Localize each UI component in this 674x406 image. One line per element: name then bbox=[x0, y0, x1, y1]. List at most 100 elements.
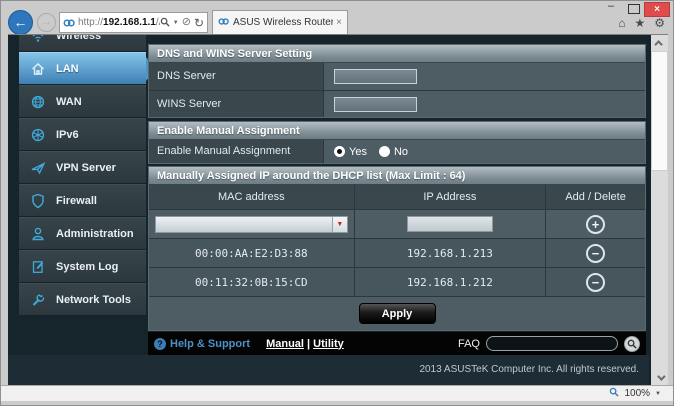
add-button[interactable]: + bbox=[586, 214, 606, 234]
scroll-up-icon[interactable] bbox=[651, 35, 668, 51]
ipv6-globe-icon bbox=[19, 127, 56, 143]
sidebar-label: IPv6 bbox=[56, 128, 79, 141]
select-arrow-icon[interactable]: ▼ bbox=[331, 216, 347, 232]
table-input-row: ▼ + bbox=[149, 210, 645, 239]
search-icon[interactable] bbox=[160, 14, 170, 32]
radio-yes-label: Yes bbox=[349, 145, 367, 158]
ip-value: 192.168.1.212 bbox=[353, 268, 546, 296]
forward-button[interactable]: → bbox=[37, 13, 56, 32]
apply-button[interactable]: Apply bbox=[358, 303, 436, 324]
sidebar-label: VPN Server bbox=[56, 161, 116, 174]
browser-window: – × ← → http://192.168.1.1/Advanced_I ▼ … bbox=[0, 0, 674, 406]
sidebar-nav: Wireless LAN WAN IPv6 VPN Server Firewal… bbox=[19, 34, 156, 316]
scroll-down-icon[interactable] bbox=[651, 370, 668, 385]
table-row: 00:11:32:0B:15:CD 192.168.1.212 − bbox=[149, 268, 645, 297]
wins-server-input[interactable] bbox=[334, 96, 417, 112]
faq-search-button[interactable] bbox=[624, 335, 640, 352]
log-document-icon bbox=[19, 259, 56, 275]
manual-link[interactable]: Manual bbox=[266, 338, 304, 350]
sidebar-label: Wireless bbox=[56, 34, 102, 42]
radio-no[interactable] bbox=[378, 146, 390, 157]
home-icon[interactable]: ⌂ bbox=[618, 16, 625, 30]
browser-tab[interactable]: ASUS Wireless Router RT-N... × bbox=[212, 10, 348, 34]
copyright-text: 2013 ASUSTeK Computer Inc. All rights re… bbox=[419, 364, 639, 375]
page-viewport: Wireless LAN WAN IPv6 VPN Server Firewal… bbox=[8, 34, 668, 385]
zoom-level: 100% bbox=[624, 388, 651, 399]
address-bar[interactable]: http://192.168.1.1/Advanced_I ▼ ⊘ ↻ bbox=[59, 12, 208, 33]
sidebar-item-wireless[interactable]: Wireless bbox=[19, 34, 146, 52]
ip-value: 192.168.1.213 bbox=[353, 239, 546, 267]
ip-address-input[interactable] bbox=[406, 216, 493, 232]
vpn-icon bbox=[19, 160, 56, 176]
radio-no-label: No bbox=[393, 145, 409, 158]
zoom-dropdown-icon[interactable]: ▼ bbox=[655, 391, 661, 397]
sidebar-label: System Log bbox=[56, 260, 119, 273]
asus-favicon-icon bbox=[63, 17, 75, 29]
faq-label: FAQ bbox=[457, 337, 480, 350]
col-add-delete: Add / Delete bbox=[545, 185, 645, 209]
person-icon bbox=[19, 226, 56, 242]
sidebar-item-system-log[interactable]: System Log bbox=[19, 250, 146, 283]
copyright-bar: 2013 ASUSTeK Computer Inc. All rights re… bbox=[8, 355, 649, 385]
dns-server-input[interactable] bbox=[334, 69, 417, 84]
help-question-icon: ? bbox=[154, 337, 166, 350]
sidebar-item-lan[interactable]: LAN bbox=[19, 52, 156, 85]
mac-address-select[interactable]: ▼ bbox=[154, 215, 348, 233]
zoom-magnifier-icon bbox=[609, 387, 620, 400]
sidebar-item-administration[interactable]: Administration bbox=[19, 217, 146, 250]
close-window-button[interactable]: × bbox=[644, 2, 670, 17]
main-content: DNS and WINS Server Setting DNS Server W… bbox=[148, 35, 646, 385]
dns-server-label: DNS Server bbox=[149, 63, 324, 90]
settings-gear-icon[interactable]: ⚙ bbox=[654, 16, 665, 30]
col-mac-address: MAC address bbox=[217, 191, 285, 203]
manual-assignment-label: Enable Manual Assignment bbox=[149, 140, 324, 163]
radio-yes[interactable] bbox=[334, 146, 345, 157]
sidebar-item-ipv6[interactable]: IPv6 bbox=[19, 118, 146, 151]
sidebar-label: Administration bbox=[56, 227, 134, 240]
section-title: DNS and WINS Server Setting bbox=[149, 45, 645, 63]
browser-navbar: ← → http://192.168.1.1/Advanced_I ▼ ⊘ ↻ … bbox=[1, 1, 673, 35]
wins-server-label: WINS Server bbox=[149, 91, 324, 117]
mac-value: 00:11:32:0B:15:CD bbox=[194, 275, 308, 289]
minimize-button[interactable]: – bbox=[600, 1, 622, 15]
sidebar-item-firewall[interactable]: Firewall bbox=[19, 184, 146, 217]
section-title: Manually Assigned IP around the DHCP lis… bbox=[149, 167, 645, 185]
status-bar: 100% ▼ bbox=[1, 385, 673, 401]
sidebar-label: WAN bbox=[56, 95, 82, 108]
maximize-button[interactable] bbox=[622, 2, 644, 15]
dns-wins-section: DNS and WINS Server Setting DNS Server W… bbox=[148, 44, 646, 118]
delete-button[interactable]: − bbox=[586, 272, 606, 292]
faq-search-input[interactable] bbox=[486, 336, 618, 351]
window-controls: – × bbox=[600, 1, 670, 17]
stop-icon[interactable]: ⊘ bbox=[182, 17, 191, 28]
vertical-scrollbar[interactable] bbox=[651, 35, 668, 385]
sidebar-label: Network Tools bbox=[56, 293, 131, 306]
help-support-link[interactable]: Help & Support bbox=[170, 338, 250, 350]
sidebar-item-vpn-server[interactable]: VPN Server bbox=[19, 151, 146, 184]
col-ip-address: IP Address bbox=[353, 185, 546, 209]
tab-close-icon[interactable]: × bbox=[336, 17, 342, 28]
scrollbar-thumb[interactable] bbox=[651, 51, 668, 171]
manual-assignment-section: Enable Manual Assignment Enable Manual A… bbox=[148, 121, 646, 164]
favorites-star-icon[interactable]: ★ bbox=[634, 16, 645, 30]
section-title: Enable Manual Assignment bbox=[149, 122, 645, 140]
utility-link[interactable]: Utility bbox=[313, 338, 344, 350]
shield-icon bbox=[19, 193, 56, 209]
wrench-icon bbox=[19, 292, 56, 308]
table-header-row: MAC address IP Address Add / Delete bbox=[149, 185, 645, 210]
sidebar-item-network-tools[interactable]: Network Tools bbox=[19, 283, 146, 316]
tab-favicon-icon bbox=[218, 14, 229, 32]
delete-button[interactable]: − bbox=[586, 243, 606, 263]
dhcp-list-section: Manually Assigned IP around the DHCP lis… bbox=[148, 166, 646, 331]
search-dropdown-icon[interactable]: ▼ bbox=[173, 20, 179, 26]
link-divider: | bbox=[307, 337, 311, 350]
lan-house-icon bbox=[19, 61, 56, 77]
help-footer-bar: ? Help & Support Manual | Utility FAQ bbox=[148, 332, 646, 355]
refresh-icon[interactable]: ↻ bbox=[194, 17, 204, 29]
zoom-control[interactable]: 100% ▼ bbox=[609, 387, 661, 400]
sidebar-label: LAN bbox=[56, 62, 79, 75]
back-button[interactable]: ← bbox=[8, 10, 33, 35]
sidebar-item-wan[interactable]: WAN bbox=[19, 85, 146, 118]
table-row: 00:00:AA:E2:D3:88 192.168.1.213 − bbox=[149, 239, 645, 268]
url-text: http://192.168.1.1/Advanced_I bbox=[78, 17, 160, 28]
